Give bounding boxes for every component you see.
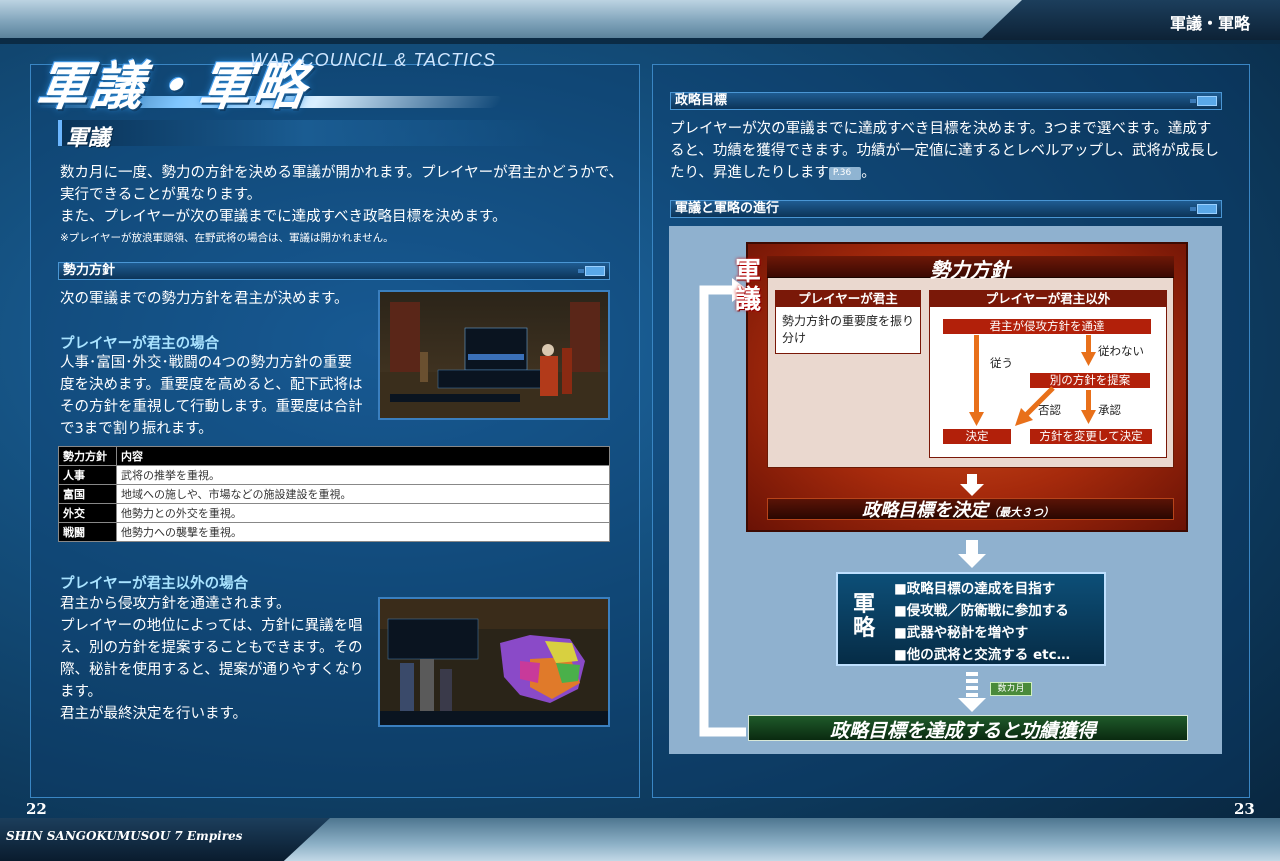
page-number-left: 22	[26, 800, 47, 818]
policy-table: 勢力方針 内容 人事 武将の推挙を重視。 富国 地域への施しや、市場などの施設建…	[58, 446, 610, 542]
gungi-vertical-label: 軍 議	[735, 257, 762, 315]
gungi-line-1: 数カ月に一度、勢力の方針を決める軍議が開かれます。プレイヤーが君主かどうかで、	[60, 165, 624, 181]
lord-line-2: 度を決めます。重要度を高めると、配下武将は	[60, 377, 363, 393]
gunryaku-item: ■政略目標の達成を目指す	[894, 581, 1056, 597]
down-arrow-icon	[960, 474, 984, 496]
table-cell-key: 富国	[58, 484, 117, 504]
gungi-line-3: また、プレイヤーが次の軍議までに達成すべき政略目標を決めます。	[60, 209, 507, 225]
table-col-header: 内容	[116, 446, 610, 466]
seiryaku-line-3-text: たり、昇進したりします	[670, 165, 829, 181]
section-heading-bar	[58, 120, 548, 146]
down-arrow-icon	[958, 540, 986, 568]
heading-bar-decoration	[1190, 204, 1217, 214]
subsection-heading-progress: 軍議と軍略の進行	[670, 200, 1222, 218]
table-cell-value: 武将の推挙を重視。	[116, 465, 610, 485]
page-reference-link[interactable]: P.36	[828, 166, 862, 180]
non-lord-line-2: プレイヤーの地位によっては、方針に異議を唱	[60, 618, 363, 634]
goal-decide-text: 政略目標を決定（最大３つ）	[862, 496, 1054, 522]
heading-bar-decoration	[578, 266, 605, 276]
table-header-row: 勢力方針 内容	[58, 446, 610, 466]
table-cell-key: 戦闘	[58, 522, 117, 542]
gunryaku-item: ■武器や秘計を増やす	[894, 625, 1029, 641]
months-tag: 数カ月	[990, 682, 1032, 696]
subsection-heading-text: 政略目標	[675, 93, 728, 108]
lord-line-3: その方針を重視して行動します。重要度は合計	[60, 399, 363, 415]
table-cell-key: 人事	[58, 465, 117, 485]
goal-decide-label: 政略目標を決定	[862, 500, 988, 521]
page-subtitle: WAR COUNCIL & TACTICS	[250, 50, 497, 70]
screenshot-policy-menu	[378, 290, 610, 420]
table-col-header: 勢力方針	[58, 446, 117, 466]
table-cell-key: 外交	[58, 503, 117, 523]
lord-line-4: で3まで割り振れます。	[60, 421, 213, 437]
gunryaku-vertical-label: 軍 略	[853, 591, 876, 641]
screenshot-map	[378, 597, 610, 727]
screenshot-map-art	[380, 599, 608, 725]
gungi-line-2: 実行できることが異なります。	[60, 187, 262, 203]
table-row: 外交 他勢力との外交を重視。	[58, 503, 610, 523]
subsection-heading-seiryaku: 政略目標	[670, 92, 1222, 110]
footer-book-title: SHIN SANGOKUMUSOU 7 Empires	[6, 829, 243, 843]
subsection-heading-text: 軍議と軍略の進行	[675, 201, 780, 216]
seiryaku-line-3-end: 。	[861, 165, 876, 181]
lord-box-text: 勢力方針の重要度を振り分け	[782, 314, 915, 345]
gungi-note: ※プレイヤーが放浪軍頭領、在野武将の場合は、軍議は開かれません。	[60, 232, 394, 244]
screenshot-policy-art	[380, 292, 608, 418]
non-lord-line-1: 君主から侵攻方針を通達されます。	[60, 596, 291, 612]
table-cell-value: 他勢力への襲撃を重視。	[116, 522, 610, 542]
gunryaku-item: ■侵攻戦／防衛戦に参加する	[894, 603, 1069, 619]
table-cell-value: 他勢力との外交を重視。	[116, 503, 610, 523]
header-section-title: 軍議・軍略	[1169, 14, 1250, 33]
heading-bar-decoration	[1190, 96, 1217, 106]
gunryaku-item: ■他の武将と交流する etc…	[894, 647, 1071, 663]
final-text: 政略目標を達成すると功績獲得	[830, 720, 1097, 742]
page-number-right: 23	[1234, 800, 1255, 818]
flow-arrows	[969, 335, 1096, 426]
lord-box-heading: プレイヤーが君主	[776, 291, 920, 307]
section-heading-gungi: 軍議	[66, 125, 111, 151]
table-row: 戦闘 他勢力への襲撃を重視。	[58, 522, 610, 542]
non-lord-line-5: ます。	[60, 684, 103, 700]
non-lord-line-4: 際、秘計を使用すると、提案が通りやすくなり	[60, 662, 364, 678]
seiryaku-line-3: たり、昇進したりします P.36。	[670, 162, 876, 184]
seiryaku-line-1: プレイヤーが次の軍議までに達成すべき目標を決めます。3つまで選べます。達成す	[670, 121, 1212, 137]
lord-case-heading: プレイヤーが君主の場合	[60, 336, 220, 352]
lord-line-1: 人事･富国･外交･戦闘の4つの勢力方針の重要	[60, 355, 352, 371]
seiryoku-intro: 次の軍議までの勢力方針を君主が決めます。	[60, 291, 349, 307]
dashed-down-arrow-icon	[958, 672, 986, 712]
subsection-heading-text: 勢力方針	[63, 263, 116, 278]
non-lord-line-3: え、別の方針を提案することもできます。その	[60, 640, 363, 656]
seiryaku-line-2: ると、功績を獲得できます。功績が一定値に達するとレベルアップし、武将が成長し	[670, 143, 1219, 159]
table-row: 富国 地域への施しや、市場などの施設建設を重視。	[58, 484, 610, 504]
non-lord-case-heading: プレイヤーが君主以外の場合	[60, 576, 249, 592]
lord-box: プレイヤーが君主 勢力方針の重要度を振り分け	[775, 290, 921, 354]
table-cell-value: 地域への施しや、市場などの施設建設を重視。	[116, 484, 610, 504]
goal-max-label: （最大３つ）	[988, 506, 1054, 519]
subsection-heading-seiryoku: 勢力方針	[58, 262, 610, 280]
seiryoku-title: 勢力方針	[930, 258, 1010, 282]
non-lord-line-6: 君主が最終決定を行います。	[60, 706, 248, 722]
table-row: 人事 武将の推挙を重視。	[58, 465, 610, 485]
